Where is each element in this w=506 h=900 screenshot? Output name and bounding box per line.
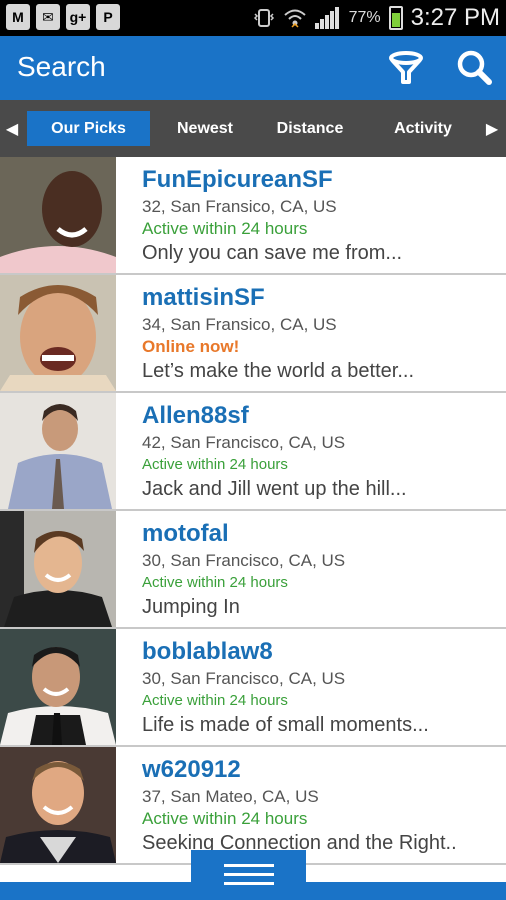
tab-scroll-right-icon[interactable]: ▶: [482, 100, 502, 157]
profile-location: 42, San Francisco, CA, US: [142, 433, 346, 452]
list-item[interactable]: FunEpicureanSF 32, San Fransico, CA, US …: [0, 157, 506, 275]
profile-username[interactable]: mattisinSF: [142, 283, 498, 313]
filter-button[interactable]: [386, 48, 426, 88]
profile-status: Online now!: [142, 337, 240, 356]
menu-button[interactable]: [191, 850, 306, 900]
search-button[interactable]: [455, 48, 495, 88]
profile-status: Active within 24 hours: [142, 219, 308, 238]
profile-status: Active within 24 hours: [142, 692, 288, 709]
profile-blurb: Life is made of small moments...: [142, 714, 429, 736]
list-item[interactable]: mattisinSF 34, San Fransico, CA, US Onli…: [0, 275, 506, 393]
tab-newest[interactable]: Newest: [155, 111, 255, 146]
profile-username[interactable]: boblablaw8: [142, 637, 498, 667]
battery-percent: 77%: [348, 9, 381, 26]
mail-icon: ✉: [36, 4, 60, 30]
gmail-icon: M: [6, 4, 30, 30]
page-title: Search: [17, 51, 106, 82]
signal-icon: [314, 7, 341, 29]
hamburger-menu-icon: [223, 864, 274, 885]
profile-location: 30, San Francisco, CA, US: [142, 551, 346, 570]
search-icon: [457, 50, 492, 85]
profile-username[interactable]: motofal: [142, 519, 498, 549]
battery-icon: [388, 6, 403, 30]
wifi-icon: [283, 9, 306, 28]
tab-our-picks[interactable]: Our Picks: [27, 111, 150, 146]
profile-location: 32, San Fransico, CA, US: [142, 197, 337, 216]
notification-icons: M ✉ g+ P: [6, 4, 120, 30]
profile-photo[interactable]: [0, 157, 116, 273]
clock: 3:27 PM: [410, 4, 500, 31]
filter-icon: [389, 51, 423, 84]
profile-blurb: Jack and Jill went up the hill...: [142, 478, 407, 500]
vibrate-icon: [253, 9, 274, 27]
profile-blurb: Jumping In: [142, 596, 240, 618]
profile-status: Active within 24 hours: [142, 574, 288, 591]
list-item[interactable]: Allen88sf 42, San Francisco, CA, US Acti…: [0, 393, 506, 511]
profile-photo[interactable]: [0, 629, 116, 745]
profile-blurb: Let’s make the world a better...: [142, 360, 415, 382]
tab-activity[interactable]: Activity: [370, 111, 476, 146]
profile-blurb: Only you can save me from...: [142, 242, 403, 264]
profile-username[interactable]: FunEpicureanSF: [142, 165, 498, 195]
profile-status: Active within 24 hours: [142, 456, 288, 473]
profile-photo[interactable]: [0, 511, 116, 627]
profile-username[interactable]: Allen88sf: [142, 401, 498, 431]
action-bar: Search: [0, 36, 506, 100]
tab-distance[interactable]: Distance: [262, 111, 358, 146]
profile-username[interactable]: w620912: [142, 755, 498, 785]
list-item[interactable]: motofal 30, San Francisco, CA, US Active…: [0, 511, 506, 629]
profile-status: Active within 24 hours: [142, 809, 308, 828]
status-bar: M ✉ g+ P 77% 3:27 PM: [0, 0, 506, 36]
google-plus-icon: g+: [66, 4, 90, 30]
list-item[interactable]: w620912 37, San Mateo, CA, US Active wit…: [0, 747, 506, 865]
pinterest-icon: P: [96, 4, 120, 30]
tab-bar: ◀ Our Picks Newest Distance Activity ▶: [0, 100, 506, 157]
profile-location: 37, San Mateo, CA, US: [142, 787, 319, 806]
tab-scroll-left-icon[interactable]: ◀: [2, 100, 22, 157]
profile-list: FunEpicureanSF 32, San Fransico, CA, US …: [0, 157, 506, 865]
list-item[interactable]: boblablaw8 30, San Francisco, CA, US Act…: [0, 629, 506, 747]
profile-photo[interactable]: [0, 275, 116, 391]
profile-location: 34, San Fransico, CA, US: [142, 315, 337, 334]
profile-location: 30, San Francisco, CA, US: [142, 669, 346, 688]
profile-photo[interactable]: [0, 393, 116, 509]
profile-photo[interactable]: [0, 747, 116, 863]
